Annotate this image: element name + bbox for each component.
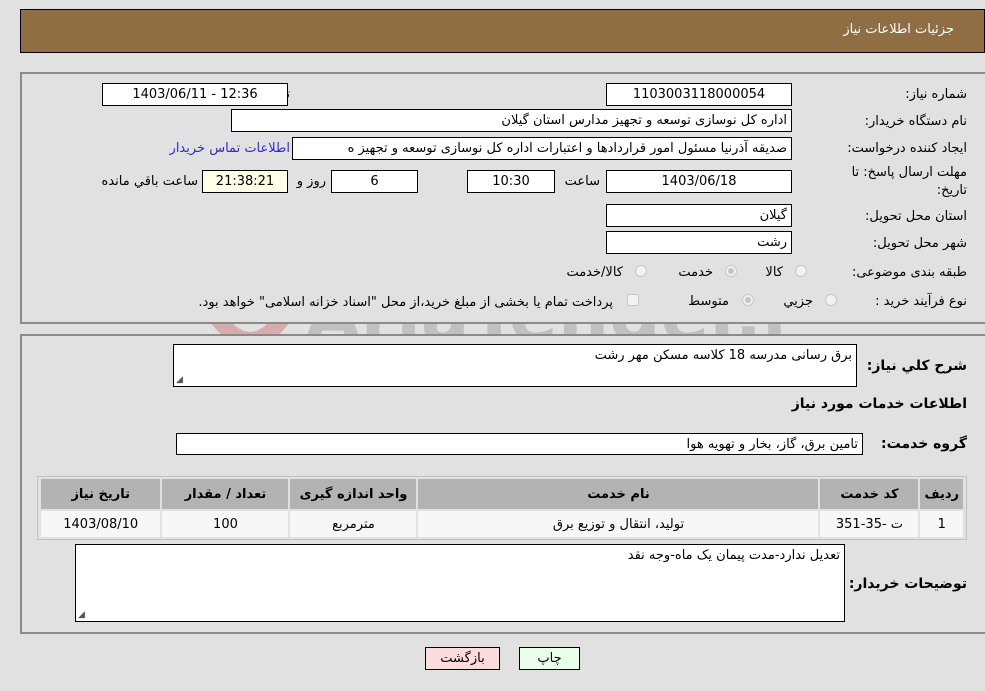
col-unit: واحد اندازه گیری [288,477,419,511]
cell-row-no: 1 [918,509,965,539]
deadline-time-field: 10:30 [467,170,555,193]
requester-field: صدیقه آذرنیا مسئول امور قراردادها و اعتب… [292,137,792,160]
buyer-notes-textarea[interactable]: تعدیل ندارد-مدت پیمان یک ماه-وجه نقد ◢ [75,544,845,622]
cell-service-code: ت -35-351 [818,509,921,539]
province-label: استان محل تحویل: [865,209,967,224]
buyer-notes-label: توضیحات خریدار: [848,576,967,592]
purchase-type-option-medium: متوسط [688,294,729,309]
cell-unit: مترمربع [288,509,419,539]
province-field: گیلان [606,204,792,227]
service-group-label: گروه خدمت: [881,436,967,452]
cell-service-name: تولید، انتقال و توزیع برق [416,509,821,539]
remaining-time-field: 21:38:21 [202,170,288,193]
need-number-label: شماره نیاز: [905,87,967,102]
resize-grip-icon[interactable]: ◢ [176,375,183,385]
announce-datetime-field: 1403/06/11 - 12:36 [102,83,288,106]
cell-need-date: 1403/08/10 [38,509,163,539]
deadline-label-date: تاریخ: [936,183,967,198]
purchase-type-radio-minor[interactable] [825,294,837,306]
treasury-checkbox[interactable] [627,294,639,306]
table-header-row: رديف کد خدمت نام خدمت واحد اندازه گیری ت… [38,477,965,511]
buyer-org-field: اداره کل نوسازی توسعه و تجهیز مدارس استا… [231,109,792,132]
cell-quantity: 100 [160,509,291,539]
deadline-time-label: ساعت [564,174,600,189]
days-label: روز و [296,174,326,189]
category-option-goods-service: کالا/خدمت [566,265,623,280]
remaining-days-field: 6 [331,170,418,193]
buyer-contact-link[interactable]: اطلاعات تماس خریدار [170,141,290,156]
need-number-field: 1103003118000054 [606,83,792,106]
general-desc-textarea[interactable]: برق رسانی مدرسه 18 کلاسه مسکن مهر رشت ◢ [173,344,857,387]
treasury-note: پرداخت تمام یا بخشی از مبلغ خرید،از محل … [198,295,613,310]
col-need-date: تاریخ نیاز [38,477,163,511]
back-button[interactable]: بازگشت [425,647,500,670]
service-group-field: تامین برق، گاز، بخار و تهویه هوا [176,433,863,455]
services-table: رديف کد خدمت نام خدمت واحد اندازه گیری ت… [38,477,965,539]
category-radio-goods[interactable] [795,265,807,277]
col-service-name: نام خدمت [416,477,821,511]
resize-grip-icon[interactable]: ◢ [78,610,85,620]
general-desc-text: برق رسانی مدرسه 18 کلاسه مسکن مهر رشت [594,348,852,363]
city-field: رشت [606,231,792,254]
col-service-code: کد خدمت [818,477,921,511]
purchase-type-label: نوع فرآیند خرید : [875,294,967,309]
category-option-goods: کالا [765,265,783,280]
col-row-no: رديف [918,477,965,511]
remaining-time-label: ساعت باقي مانده [101,174,198,189]
category-radio-service[interactable] [725,265,737,277]
purchase-type-option-minor: جزيي [783,294,813,309]
category-option-service: خدمت [678,265,713,280]
deadline-date-field: 1403/06/18 [606,170,792,193]
buyer-notes-text: تعدیل ندارد-مدت پیمان یک ماه-وجه نقد [627,548,840,563]
page-header: جزئیات اطلاعات نیاز [20,9,985,53]
table-row: 1 ت -35-351 تولید، انتقال و توزیع برق مت… [38,509,965,539]
services-heading: اطلاعات خدمات مورد نياز [791,396,967,412]
requester-label: ایجاد کننده درخواست: [847,141,967,156]
print-button[interactable]: چاپ [519,647,580,670]
deadline-label: مهلت ارسال پاسخ: تا [851,165,967,180]
general-desc-label: شرح کلي نياز: [866,358,967,374]
col-quantity: تعداد / مقدار [160,477,291,511]
page-title: جزئیات اطلاعات نیاز [843,22,954,37]
category-label: طبقه بندی موضوعی: [851,265,967,280]
purchase-type-radio-medium[interactable] [742,294,754,306]
buyer-org-label: نام دستگاه خریدار: [864,114,967,129]
city-label: شهر محل تحویل: [872,236,967,251]
category-radio-goods-service[interactable] [635,265,647,277]
